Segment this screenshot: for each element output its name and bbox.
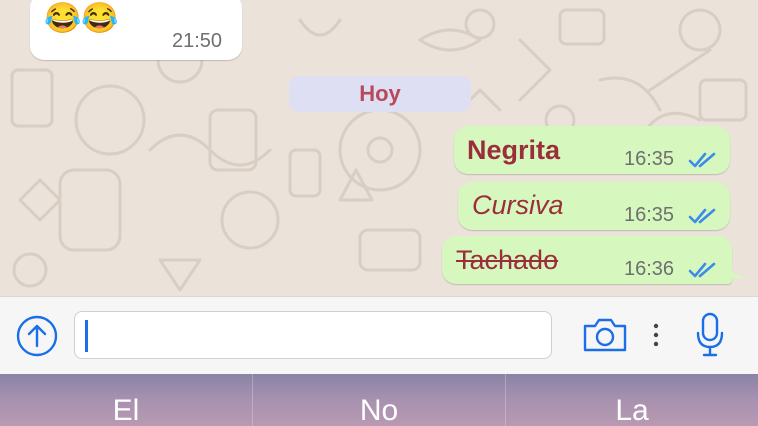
message-time: 16:35 [624,148,675,170]
text-caret [85,320,88,352]
date-separator: Hoy [289,76,471,112]
double-check-icon [688,262,716,278]
more-button[interactable] [646,319,666,351]
message-text: Tachado [456,245,559,275]
message-time: 21:50 [172,30,223,52]
camera-icon [583,318,627,352]
double-check-icon [688,152,716,168]
message-input[interactable] [74,311,552,359]
suggestion-item[interactable]: No [253,374,506,426]
suggestion-item[interactable]: La [506,374,758,426]
attach-button[interactable] [14,313,60,359]
outgoing-message[interactable]: Cursiva 16:35 [458,182,730,230]
double-check-icon [688,208,716,224]
emoji-text: 😂😂 [44,2,119,35]
message-text: Negrita [467,135,561,165]
outgoing-message[interactable]: Negrita 16:35 [454,126,730,174]
keyboard-suggestions: El No La [0,374,758,426]
chat-area[interactable]: 😂😂 21:50 Hoy Negrita 16:35 Cursiva 16:35… [0,0,758,296]
incoming-message[interactable]: 😂😂 21:50 [30,0,242,60]
camera-button[interactable] [580,313,630,357]
message-text: Cursiva [472,190,564,220]
upload-circle-icon [16,315,58,357]
message-time: 16:35 [624,204,675,226]
suggestion-item[interactable]: El [0,374,253,426]
composer-bar [0,296,758,374]
microphone-icon [696,312,724,357]
mic-button[interactable] [690,309,730,361]
outgoing-message[interactable]: Tachado 16:36 [442,236,732,284]
more-vertical-icon [653,323,659,347]
date-separator-label: Hoy [359,81,401,106]
bubble-tail [728,264,746,279]
message-time: 16:36 [624,258,675,280]
